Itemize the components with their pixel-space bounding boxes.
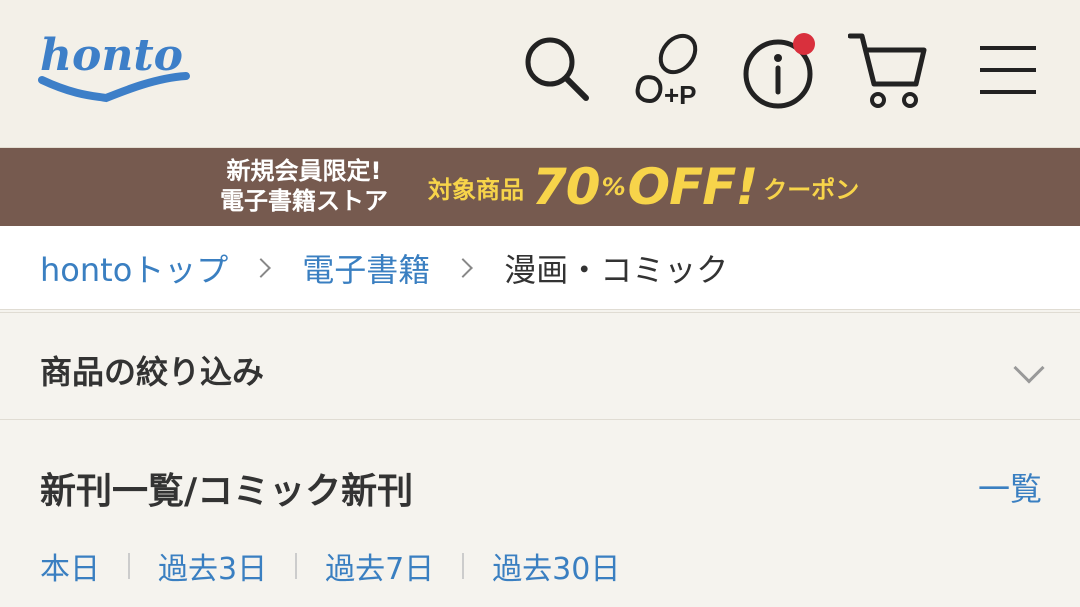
banner-discount-number: 70 (532, 158, 601, 216)
tab-divider (295, 553, 298, 579)
banner-percent: % (601, 173, 626, 201)
breadcrumb-item-honto-top[interactable]: hontoトップ (40, 245, 228, 291)
chevron-down-icon (1013, 352, 1045, 384)
honto-logo[interactable]: honto (36, 26, 192, 110)
tab-today[interactable]: 本日 (40, 544, 100, 588)
tab-divider (128, 553, 130, 579)
tab-divider (462, 553, 465, 579)
banner-line2: 電子書籍ストア (220, 187, 388, 215)
banner-off-label: OFF! (627, 158, 759, 216)
view-all-link[interactable]: 一覧 (978, 464, 1042, 510)
period-tabs: 本日 過去3日 過去7日 過去30日 (40, 544, 620, 588)
chevron-right-icon (251, 257, 272, 278)
chevron-right-icon (453, 257, 474, 278)
banner-offer: 対象商品 70 % OFF! クーポン (428, 154, 859, 220)
footprint-point-icon[interactable]: +P (628, 28, 708, 112)
tab-past-30-days[interactable]: 過去30日 (492, 544, 620, 588)
new-releases-section: 新刊一覧/コミック新刊 一覧 本日 過去3日 過去7日 過去30日 (0, 420, 1080, 607)
banner-headline: 新規会員限定! 電子書籍ストア (206, 156, 402, 216)
breadcrumb: hontoトップ 電子書籍 漫画・コミック (0, 226, 1080, 310)
filter-label: 商品の絞り込み (40, 353, 265, 391)
breadcrumb-item-ebooks[interactable]: 電子書籍 (302, 245, 430, 291)
product-filter-toggle[interactable]: 商品の絞り込み (0, 312, 1080, 420)
section-title: 新刊一覧/コミック新刊 (40, 471, 414, 512)
cart-icon[interactable] (848, 28, 928, 112)
site-header: honto +P (0, 0, 1080, 148)
breadcrumb-item-current: 漫画・コミック (504, 250, 729, 289)
tab-past-7-days[interactable]: 過去7日 (325, 544, 434, 588)
notification-dot (793, 33, 815, 55)
svg-text:+P: +P (664, 80, 697, 110)
search-icon[interactable] (516, 28, 596, 112)
svg-text:honto: honto (40, 30, 183, 81)
info-icon[interactable] (740, 28, 820, 112)
banner-coupon-label: クーポン (763, 175, 860, 204)
hamburger-menu-icon[interactable] (966, 28, 1046, 112)
banner-item-label: 対象商品 (428, 175, 524, 204)
promo-banner[interactable]: 新規会員限定! 電子書籍ストア 対象商品 70 % OFF! クーポン (0, 148, 1080, 226)
tab-past-3-days[interactable]: 過去3日 (158, 544, 267, 588)
banner-line1: 新規会員限定! (226, 157, 382, 185)
